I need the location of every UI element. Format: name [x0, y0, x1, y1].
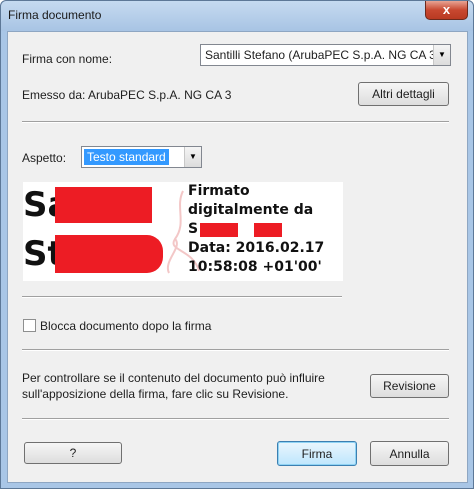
signature-line-3: S — [188, 220, 324, 239]
redaction-box — [55, 235, 163, 273]
issuer-text: Emesso da: ArubaPEC S.p.A. NG CA 3 — [22, 88, 232, 102]
review-text-line1: Per controllare se il contenuto del docu… — [22, 371, 325, 385]
cancel-button[interactable]: Annulla — [370, 441, 449, 466]
signature-line-3-prefix: S — [188, 221, 199, 237]
dialog-body: Firma con nome: Santilli Stefano (ArubaP… — [7, 31, 468, 483]
chevron-down-icon[interactable]: ▼ — [184, 147, 201, 167]
close-button[interactable]: x — [425, 1, 468, 20]
lock-document-checkbox[interactable] — [23, 319, 36, 332]
signature-line-1: Firmato — [188, 183, 250, 199]
signature-text: Firmato digitalmente da S Data: 2016.02.… — [188, 182, 324, 277]
separator — [22, 349, 449, 351]
separator — [22, 418, 449, 420]
signer-select-value: Santilli Stefano (ArubaPEC S.p.A. NG CA … — [205, 48, 440, 62]
chevron-down-icon[interactable]: ▼ — [433, 45, 450, 65]
appearance-select-value: Testo standard — [84, 149, 169, 165]
review-button[interactable]: Revisione — [370, 374, 449, 398]
signer-select[interactable]: Santilli Stefano (ArubaPEC S.p.A. NG CA … — [200, 44, 451, 66]
separator — [22, 121, 449, 123]
separator — [22, 296, 342, 298]
more-details-button[interactable]: Altri dettagli — [358, 82, 449, 106]
sign-button[interactable]: Firma — [277, 441, 357, 466]
signature-line-4: Data: 2016.02.17 — [188, 240, 325, 256]
redaction-box — [200, 223, 238, 237]
signature-line-2: digitalmente da — [188, 202, 314, 218]
lock-document-label[interactable]: Blocca documento dopo la firma — [40, 319, 211, 333]
review-text-line2: sull'apposizione della firma, fare clic … — [22, 387, 289, 401]
signer-label: Firma con nome: — [22, 52, 113, 66]
redaction-box — [55, 187, 152, 223]
signature-preview: Sa St Firmato digitalmente da S Data: 20… — [23, 182, 343, 281]
appearance-select[interactable]: Testo standard ▼ — [81, 146, 202, 168]
help-button[interactable]: ? — [24, 442, 122, 464]
appearance-label: Aspetto: — [22, 151, 67, 165]
redaction-box — [254, 223, 282, 237]
title-bar[interactable]: Firma documento x — [1, 1, 473, 31]
window-title: Firma documento — [8, 8, 102, 22]
signature-line-5: 10:58:08 +01'00' — [188, 259, 322, 275]
dialog-window: Firma documento x Firma con nome: Santil… — [0, 0, 474, 489]
